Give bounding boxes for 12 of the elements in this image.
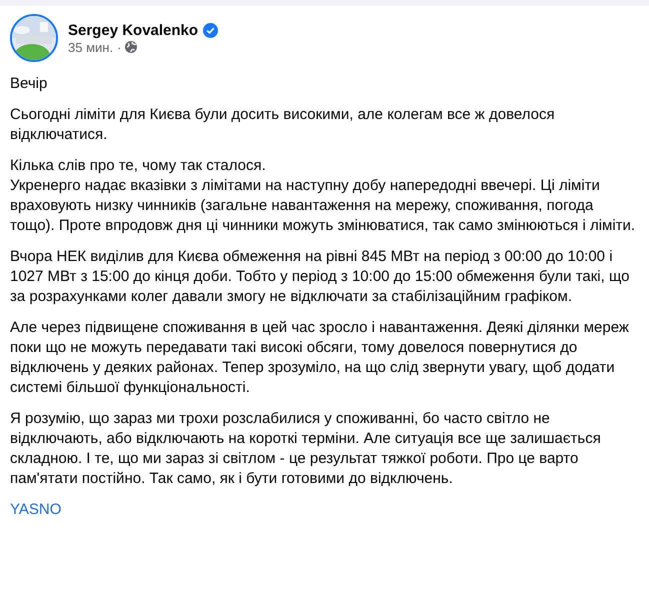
post-time[interactable]: 35 мин. [68, 40, 114, 54]
post-paragraph: Я розумію, що зараз ми трохи розслабилися у споживанні, бо часто світло не відключають, або відключають на короткі терміни. Але ситуація все ще залишається складною. І те, що ми зараз зі світлом - це результат тяжкої роботи. Про це варто пам'ятати постійно. Так само, як і бути готовими до відключень. [10, 409, 602, 489]
author-name[interactable]: Sergey Kovalenko [68, 22, 198, 38]
globe-icon [125, 41, 138, 53]
separator-dot: · [117, 40, 122, 54]
post-paragraph: Але через підвищене споживання в цей час зросло і навантаження. Деякі ділянки мереж поки що не можуть передавати такі високі обсяги, тому довелося повернутися до відключень у деяких районах. Тепер зрозуміло, на що слід звернути увагу, щоб додати системі більшої функціональності. [10, 318, 630, 398]
post-paragraph: Укренерго надає вказівки з лімітами на наступну добу напередодні ввечері. Ці ліміти враховують низку чинників (загальне навантаження на мережу, споживання, погода тощо). Проте впродовж дня ці чинники можуть змінюватися, так само змінюються і ліміти. [10, 176, 636, 236]
hashtag-link[interactable]: YASNO [10, 501, 62, 518]
post-paragraph: Вечір [10, 74, 48, 94]
post-paragraph: Кілька слів про те, чому так сталося. [10, 156, 267, 176]
post-paragraph: Вчора НЕК виділив для Києва обмеження на рівні 845 МВт на період з 00:00 до 10:00 і 1027 МВт з 15:00 до кінця доби. Тобто у період з 10:00 до 15:00 обмеження були такі, що за розрахунками колег давали змогу не відключати за стабілізаційним графіком. [10, 247, 630, 307]
post-paragraph: Сьогодні ліміти для Києва були досить високими, але колегам все ж довелося відключатися. [10, 105, 556, 145]
